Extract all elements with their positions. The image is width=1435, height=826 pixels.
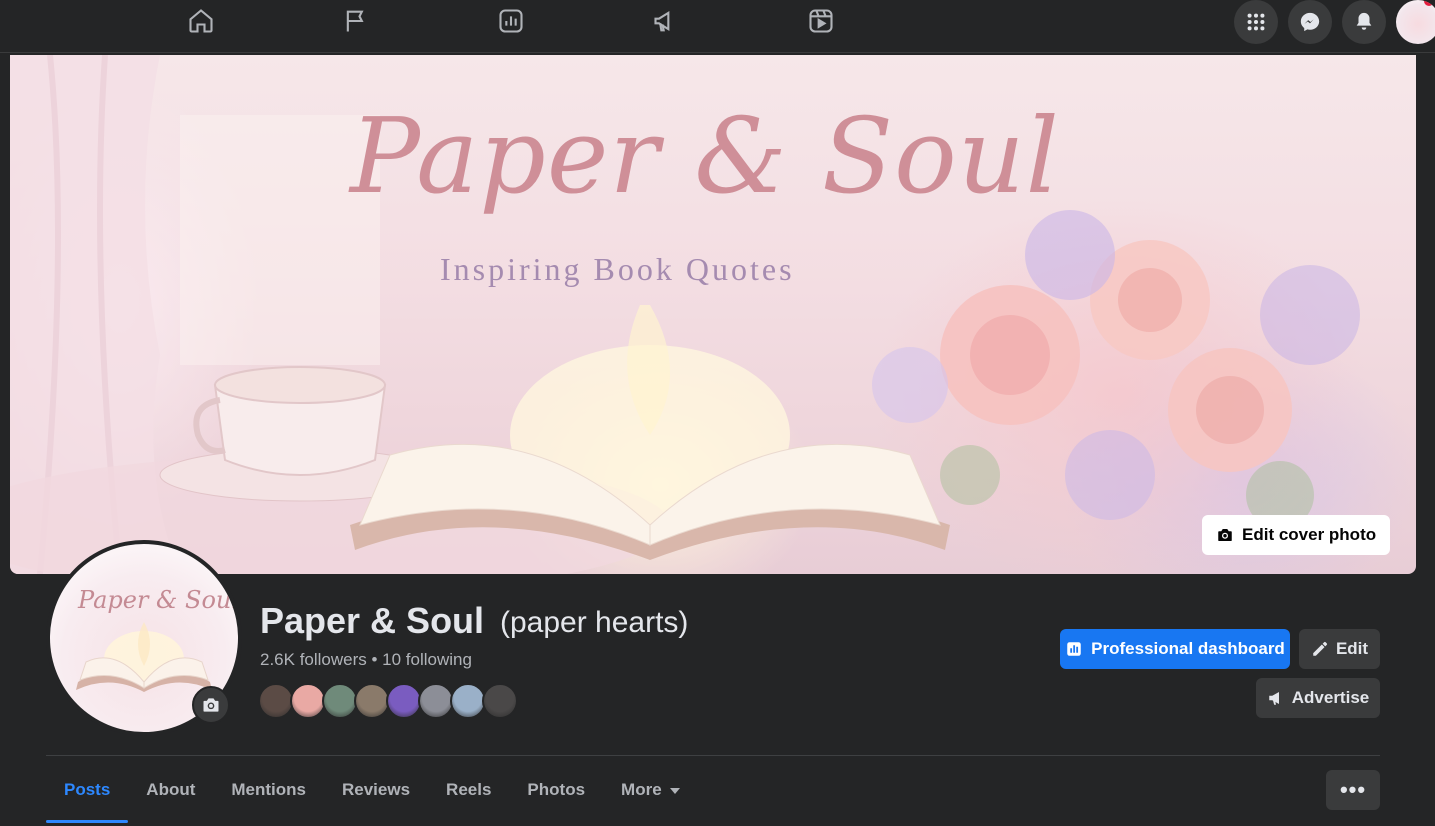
edit-cover-photo-label: Edit cover photo: [1242, 525, 1377, 544]
section-divider: [46, 755, 1380, 756]
edit-cover-photo-button[interactable]: Edit cover photo: [1202, 515, 1391, 555]
tab-label: About: [146, 780, 196, 799]
follower-avatar[interactable]: [386, 683, 422, 719]
page-alternate-name: (paper hearts): [500, 606, 689, 639]
tab-label: Photos: [527, 780, 586, 799]
follower-avatar[interactable]: [482, 683, 518, 719]
tab-more[interactable]: More: [603, 760, 698, 820]
follower-avatar[interactable]: [418, 683, 454, 719]
flag-icon[interactable]: [341, 6, 371, 36]
profile-tabs: Posts About Mentions Reviews Reels Photo…: [46, 760, 698, 826]
cover-title: Paper & Soul: [350, 95, 1060, 217]
edit-label: Edit: [1335, 639, 1369, 658]
reels-icon[interactable]: [806, 6, 836, 36]
insights-icon[interactable]: [496, 6, 526, 36]
tab-reviews[interactable]: Reviews: [324, 760, 428, 820]
update-profile-picture-button[interactable]: [192, 686, 230, 724]
edit-button[interactable]: Edit: [1299, 629, 1380, 669]
tab-posts[interactable]: Posts: [46, 760, 129, 823]
megaphone-icon: [1269, 692, 1279, 705]
account-avatar[interactable]: [1396, 0, 1435, 44]
cover-subtitle: Inspiring Book Quotes: [440, 251, 795, 287]
pencil-icon: [1313, 641, 1328, 656]
tab-label: Reviews: [342, 780, 411, 799]
tab-label: More: [621, 780, 662, 799]
more-options-button[interactable]: •••: [1326, 770, 1380, 810]
notification-dot: [1424, 0, 1434, 6]
tab-label: Reels: [446, 780, 492, 799]
cover-photo: Paper & Soul Inspiring Book Quotes Edit …: [10, 55, 1416, 574]
bell-icon[interactable]: [1342, 0, 1386, 44]
messenger-icon[interactable]: [1288, 0, 1332, 44]
professional-dashboard-button[interactable]: Professional dashboard: [1060, 629, 1290, 669]
tab-mentions[interactable]: Mentions: [213, 760, 324, 820]
page-name: Paper & Soul: [260, 600, 485, 641]
tab-label: Mentions: [231, 780, 306, 799]
tab-photos[interactable]: Photos: [509, 760, 603, 820]
tab-label: Posts: [64, 780, 111, 799]
advertise-label: Advertise: [1291, 688, 1370, 707]
top-navigation-bar: [0, 0, 1435, 53]
tab-about[interactable]: About: [128, 760, 213, 820]
camera-icon: [203, 698, 219, 712]
follower-avatar[interactable]: [322, 683, 358, 719]
dashboard-icon: [1067, 642, 1081, 656]
follower-stats[interactable]: 2.6K followers • 10 following: [260, 650, 472, 670]
camera-icon: [1218, 529, 1232, 541]
professional-dashboard-label: Professional dashboard: [1091, 639, 1285, 658]
follower-avatar[interactable]: [354, 683, 390, 719]
follower-avatar[interactable]: [290, 683, 326, 719]
megaphone-icon[interactable]: [651, 6, 681, 36]
ellipsis-icon: •••: [1339, 777, 1367, 802]
advertise-button[interactable]: Advertise: [1256, 678, 1380, 718]
follower-avatar[interactable]: [258, 683, 294, 719]
caret-down-icon: [669, 788, 680, 794]
menu-grid-icon[interactable]: [1234, 0, 1278, 44]
home-icon[interactable]: [186, 6, 216, 36]
follower-avatar[interactable]: [450, 683, 486, 719]
tab-reels[interactable]: Reels: [428, 760, 509, 820]
